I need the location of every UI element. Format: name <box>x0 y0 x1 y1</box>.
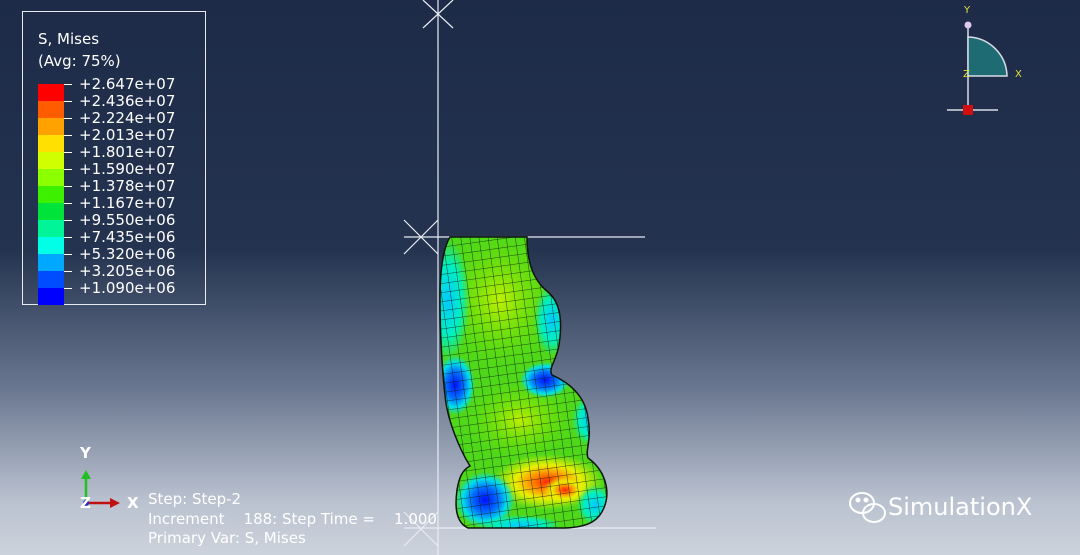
small-triad-x-label: X <box>1015 69 1022 80</box>
triad-x-label: X <box>127 494 139 512</box>
wechat-icon <box>849 492 886 523</box>
model-viewport[interactable] <box>0 0 1080 555</box>
small-triad-y-label: Y <box>964 5 971 16</box>
triad-z-label: Z <box>80 494 91 512</box>
fe-mesh-part[interactable] <box>426 230 620 535</box>
small-triad-z-label: Z <box>963 69 970 80</box>
status-primary-var: Primary Var: S, Mises <box>148 529 306 547</box>
watermark-text: SimulationX <box>888 493 1033 521</box>
view-triad-icon <box>947 21 1008 115</box>
status-increment: Increment 188: Step Time = 1.000 <box>148 510 437 528</box>
status-step: Step: Step-2 <box>148 490 242 508</box>
triad-y-label: Y <box>80 444 91 462</box>
